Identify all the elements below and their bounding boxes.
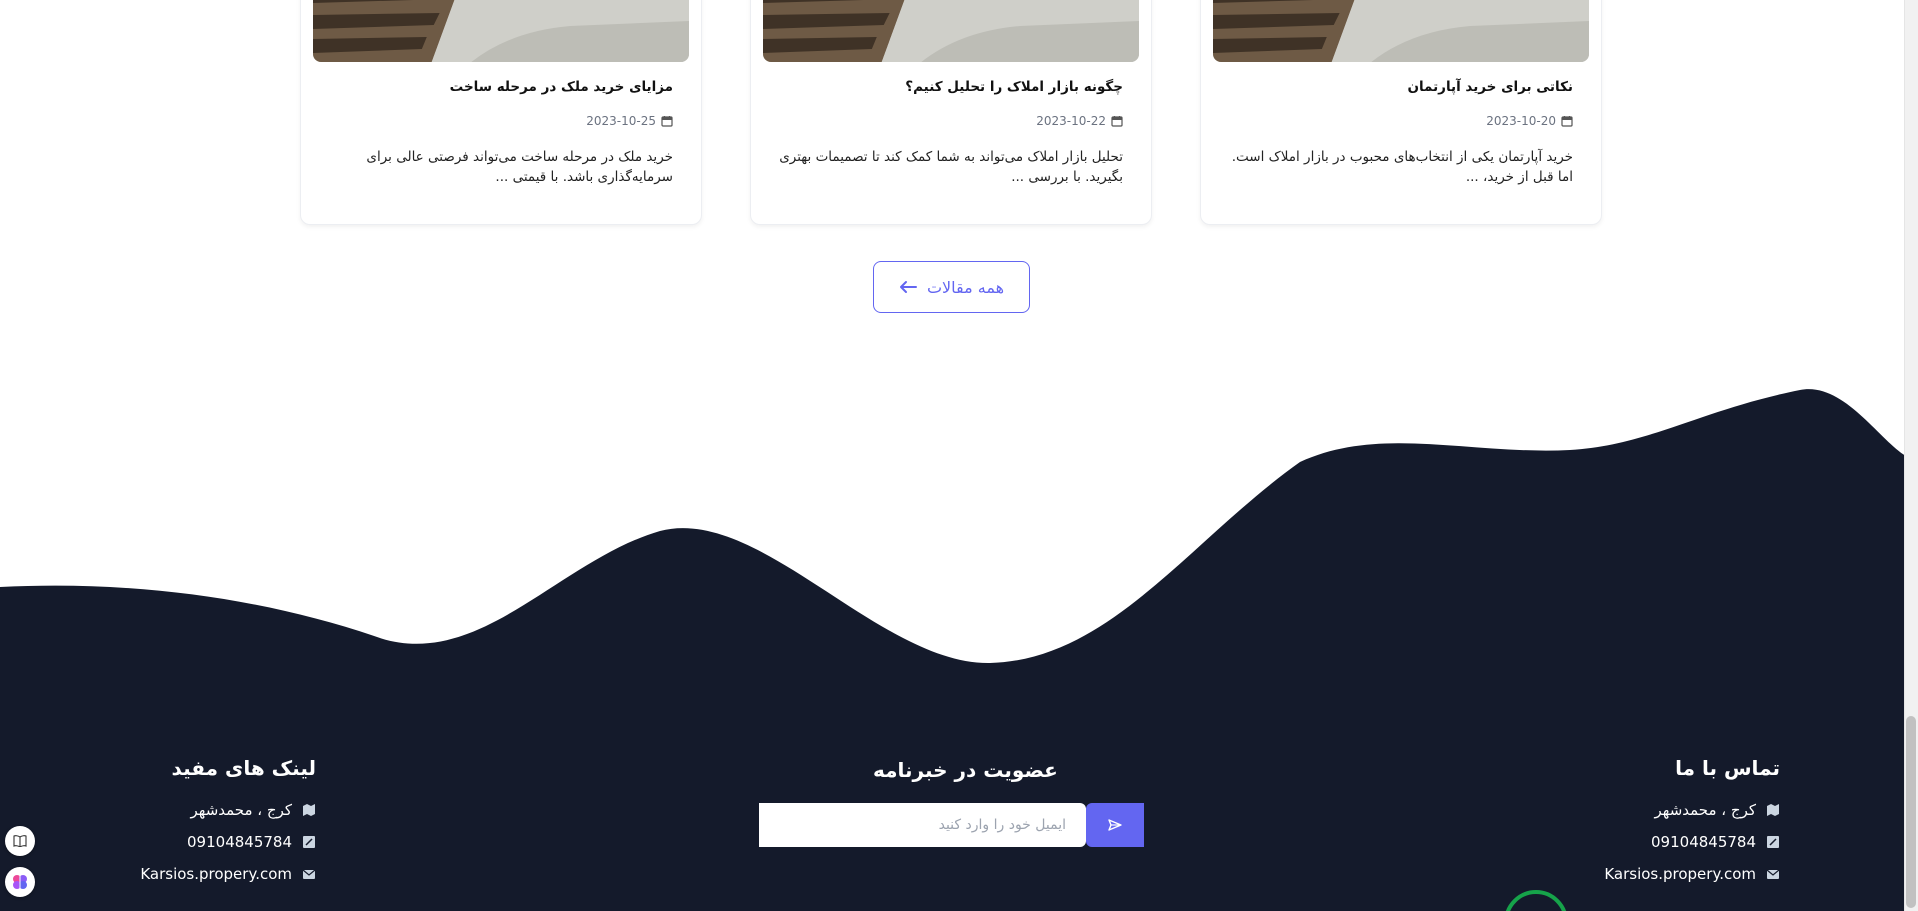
scrollbar-thumb[interactable] bbox=[1906, 716, 1916, 908]
contact-address-text: کرج ، محمدشهر bbox=[1654, 801, 1757, 819]
arrow-left-icon bbox=[899, 281, 917, 293]
links-phone: 09104845784 bbox=[126, 826, 316, 858]
article-date: 2023-10-22 bbox=[1036, 114, 1123, 128]
article-excerpt: خرید آپارتمان یکی از انتخاب‌های محبوب در… bbox=[1231, 149, 1573, 185]
links-website-text[interactable]: Karsios.propery.com bbox=[140, 865, 292, 883]
all-articles-label: همه مقالات bbox=[926, 277, 1005, 297]
newsletter-email-input[interactable] bbox=[759, 803, 1086, 847]
contact-address: کرج ، محمدشهر bbox=[1590, 794, 1780, 826]
contact-website[interactable]: Karsios.propery.com bbox=[1590, 858, 1780, 890]
article-card[interactable]: مزایای خرید ملک در مرحله ساخت 2023-10-25… bbox=[300, 0, 702, 225]
article-card[interactable]: چگونه بازار املاک را تحلیل کنیم؟ 2023-10… bbox=[750, 0, 1152, 225]
article-card[interactable]: نکاتی برای خرید آپارتمان 2023-10-20 خرید… bbox=[1200, 0, 1602, 225]
article-date: 2023-10-20 bbox=[1486, 114, 1573, 128]
article-title[interactable]: نکاتی برای خرید آپارتمان bbox=[1229, 79, 1573, 95]
article-image[interactable] bbox=[313, 0, 689, 62]
article-date-text: 2023-10-20 bbox=[1486, 114, 1556, 128]
article-excerpt: تحلیل بازار املاک می‌تواند به شما کمک کن… bbox=[779, 149, 1123, 185]
article-date-text: 2023-10-25 bbox=[586, 114, 656, 128]
article-title[interactable]: چگونه بازار املاک را تحلیل کنیم؟ bbox=[779, 79, 1123, 95]
links-address: کرج ، محمدشهر bbox=[126, 794, 316, 826]
contact-website-text[interactable]: Karsios.propery.com bbox=[1604, 865, 1756, 883]
page-scrollbar[interactable] bbox=[1904, 0, 1918, 911]
reader-mode-button[interactable] bbox=[5, 826, 35, 856]
ai-assistant-button[interactable] bbox=[5, 867, 35, 897]
newsletter-heading: عضویت در خبرنامه bbox=[873, 758, 1058, 782]
footer-contact: تماس با ما کرج ، محمدشهر 09104845784 Kar… bbox=[1590, 756, 1780, 890]
newsletter-form bbox=[759, 803, 1144, 847]
footer-contact-heading: تماس با ما bbox=[1675, 756, 1780, 780]
article-image[interactable] bbox=[763, 0, 1139, 62]
mail-icon bbox=[1766, 869, 1780, 879]
phone-icon bbox=[303, 836, 315, 848]
send-icon bbox=[1108, 819, 1122, 831]
article-excerpt: خرید ملک در مرحله ساخت می‌تواند فرصتی عا… bbox=[366, 149, 673, 185]
footer-links: لینک های مفید کرج ، محمدشهر 09104845784 … bbox=[126, 756, 316, 890]
article-image[interactable] bbox=[1213, 0, 1589, 62]
article-date-text: 2023-10-22 bbox=[1036, 114, 1106, 128]
map-icon bbox=[303, 804, 315, 816]
mail-icon bbox=[302, 869, 316, 879]
footer-links-heading: لینک های مفید bbox=[171, 756, 316, 780]
page: نکاتی برای خرید آپارتمان 2023-10-20 خرید… bbox=[0, 0, 1918, 911]
calendar-icon bbox=[1111, 116, 1123, 127]
article-date: 2023-10-25 bbox=[586, 114, 673, 128]
calendar-icon bbox=[1561, 116, 1573, 127]
all-articles-button[interactable]: همه مقالات bbox=[873, 261, 1030, 313]
newsletter-send-button[interactable] bbox=[1086, 803, 1144, 847]
brain-icon bbox=[13, 875, 27, 889]
contact-phone: 09104845784 bbox=[1590, 826, 1780, 858]
phone-icon bbox=[1767, 836, 1779, 848]
contact-phone-text: 09104845784 bbox=[1651, 833, 1756, 851]
calendar-icon bbox=[661, 116, 673, 127]
links-website[interactable]: Karsios.propery.com bbox=[126, 858, 316, 890]
links-phone-text: 09104845784 bbox=[187, 833, 292, 851]
book-icon bbox=[13, 835, 27, 847]
article-title[interactable]: مزایای خرید ملک در مرحله ساخت bbox=[329, 79, 673, 95]
links-address-text: کرج ، محمدشهر bbox=[190, 801, 293, 819]
map-icon bbox=[1767, 804, 1779, 816]
